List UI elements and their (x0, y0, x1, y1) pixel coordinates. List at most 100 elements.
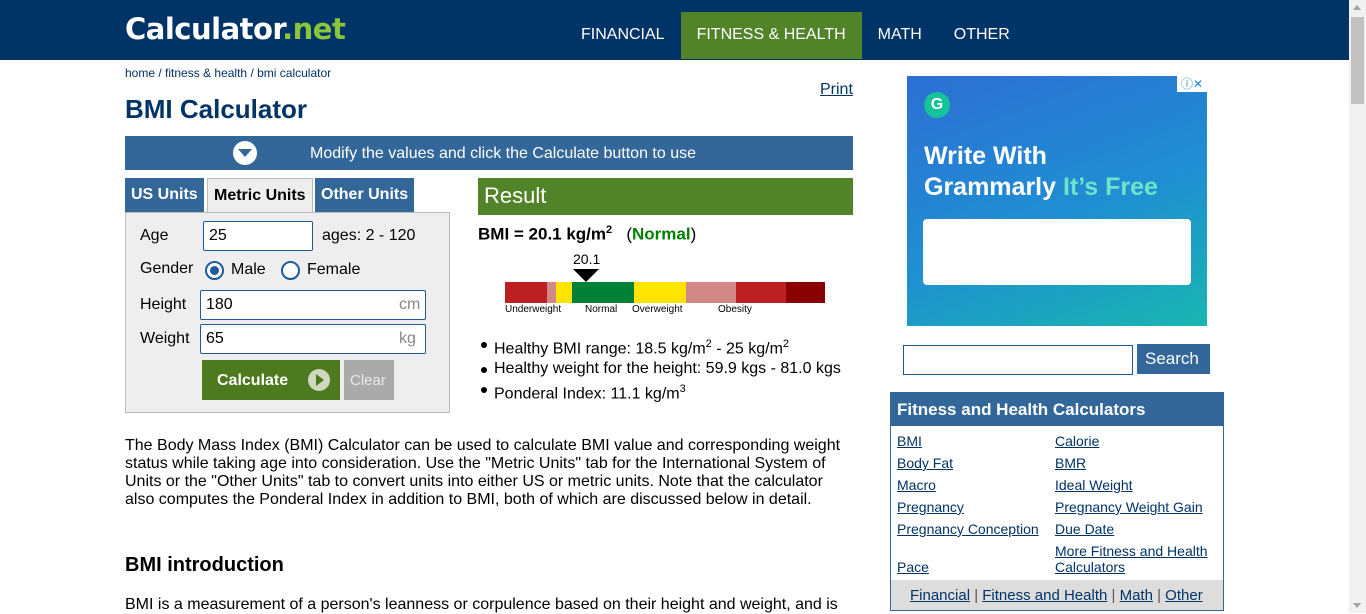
breadcrumb-fitness[interactable]: fitness & health (165, 66, 247, 80)
ad-free-text: It’s Free (1062, 173, 1158, 201)
tab-other-units[interactable]: Other Units (315, 178, 415, 213)
healthy-weight: Healthy weight for the height: 59.9 kgs … (481, 360, 841, 378)
breadcrumb-home[interactable]: home (125, 66, 155, 80)
healthy-range-mid: - 25 kg/m (711, 340, 783, 358)
link-ideal-weight[interactable]: Ideal Weight (1055, 477, 1133, 493)
ad-brand: Grammarly (924, 173, 1063, 201)
gauge-segment (505, 282, 547, 303)
top-navigation-bar: Calculator.net FINANCIAL FITNESS & HEALT… (0, 0, 1349, 60)
weight-input[interactable]: 65 (200, 324, 426, 354)
weight-unit: kg (399, 330, 416, 347)
breadcrumb-separator: / (247, 66, 258, 80)
footer-link-financial[interactable]: Financial (910, 587, 970, 604)
description-paragraph: The Body Mass Index (BMI) Calculator can… (125, 437, 841, 508)
nav-math[interactable]: MATH (862, 12, 938, 59)
footer-link-other[interactable]: Other (1165, 587, 1203, 604)
gauge-label-overweight: Overweight (632, 304, 683, 315)
link-pregnancy[interactable]: Pregnancy (897, 499, 964, 515)
status-paren-close: ) (690, 224, 697, 244)
clear-button[interactable]: Clear (344, 360, 394, 400)
link-more-fitness-health[interactable]: More Fitness and Health Calculators (1055, 543, 1225, 575)
site-logo[interactable]: Calculator.net (125, 12, 346, 46)
print-link[interactable]: Print (820, 81, 853, 99)
gender-male-radio[interactable] (205, 261, 224, 280)
play-icon (308, 369, 330, 391)
gender-label: Gender (140, 260, 194, 277)
gauge-segment (556, 282, 572, 303)
healthy-bmi-range: Healthy BMI range: 18.5 kg/m2 - 25 kg/m2 (481, 334, 841, 359)
height-label: Height (140, 296, 187, 313)
link-pregnancy-conception[interactable]: Pregnancy Conception (897, 521, 1039, 537)
intro-paragraph: BMI is a measurement of a person's leann… (125, 596, 838, 613)
link-bmi[interactable]: BMI (897, 433, 922, 449)
footer-separator: | (970, 587, 983, 604)
height-unit: cm (399, 296, 421, 313)
modify-values-bar[interactable]: Modify the values and click the Calculat… (125, 136, 853, 170)
footer-separator: | (1107, 587, 1120, 604)
logo-dot: . (282, 12, 293, 46)
page-scrollbar[interactable] (1349, 0, 1366, 613)
ponderal-index: Ponderal Index: 11.1 kg/m3 (481, 379, 841, 404)
ad-cta-box[interactable] (923, 219, 1191, 285)
bmi-result-line: BMI = 20.1 kg/m2 (Normal) (478, 224, 696, 245)
bmi-unit-sup: 2 (606, 224, 613, 236)
link-due-date[interactable]: Due Date (1055, 521, 1114, 537)
chevron-down-icon[interactable] (233, 141, 257, 165)
nav-other[interactable]: OTHER (938, 12, 1026, 59)
gauge-marker-icon (573, 269, 599, 282)
bmi-status: Normal (632, 224, 691, 244)
age-input[interactable]: 25 (203, 221, 313, 251)
link-pregnancy-weight-gain[interactable]: Pregnancy Weight Gain (1055, 499, 1203, 515)
gender-male-label[interactable]: Male (231, 261, 266, 279)
link-pace[interactable]: Pace (897, 559, 929, 575)
ponderal-text: Ponderal Index: 11.1 kg/m (494, 385, 680, 403)
ad-headline-2: Grammarly It’s Free (924, 173, 1158, 202)
main-nav: FINANCIAL FITNESS & HEALTH MATH OTHER (565, 12, 1026, 59)
section-heading: BMI introduction (125, 554, 284, 576)
link-calorie[interactable]: Calorie (1055, 433, 1099, 449)
breadcrumb-current[interactable]: bmi calculator (257, 66, 331, 80)
gender-female-radio[interactable] (281, 261, 300, 280)
ad-close-icon[interactable]: ⓘ✕ (1177, 76, 1207, 92)
scroll-down-icon[interactable] (1353, 603, 1361, 608)
gauge-segment (572, 282, 634, 303)
gender-female-label[interactable]: Female (307, 261, 360, 279)
breadcrumb-separator: / (155, 66, 166, 80)
page-title: BMI Calculator (125, 94, 308, 124)
grammarly-logo-icon: G (924, 92, 950, 118)
calculate-label: Calculate (217, 372, 289, 389)
age-hint: ages: 2 - 120 (322, 227, 416, 244)
category-footer: Financial | Fitness and Health | Math | … (891, 580, 1223, 610)
weight-label: Weight (140, 330, 190, 347)
healthy-range-text: Healthy BMI range: 18.5 kg/m (494, 340, 706, 358)
age-label: Age (140, 227, 169, 244)
gauge-segment (686, 282, 736, 303)
modify-values-text: Modify the values and click the Calculat… (310, 145, 696, 162)
height-input[interactable]: 180 (200, 290, 426, 320)
tab-metric-units[interactable]: Metric Units (207, 178, 313, 214)
tab-us-units[interactable]: US Units (125, 178, 204, 213)
gauge-marker-value: 20.1 (573, 251, 601, 267)
footer-separator: | (1152, 587, 1166, 604)
footer-link-fitness-health[interactable]: Fitness and Health (982, 587, 1107, 604)
link-bmr[interactable]: BMR (1055, 455, 1086, 471)
nav-financial[interactable]: FINANCIAL (565, 12, 681, 59)
link-macro[interactable]: Macro (897, 477, 936, 493)
search-input[interactable] (903, 345, 1133, 375)
link-body-fat[interactable]: Body Fat (897, 455, 953, 471)
search-button[interactable]: Search (1137, 344, 1210, 374)
ad-headline-1: Write With (924, 142, 1047, 170)
scrollbar-thumb[interactable] (1351, 17, 1364, 104)
footer-link-math[interactable]: Math (1120, 587, 1153, 604)
fitness-health-calculators-box: Fitness and Health Calculators BMI Body … (890, 392, 1224, 611)
gauge-segment (547, 282, 556, 303)
logo-net: net (292, 12, 346, 46)
scroll-up-icon[interactable] (1353, 5, 1361, 10)
advertisement[interactable]: G ⓘ✕ Write With Grammarly It’s Free (907, 76, 1207, 326)
calculate-button[interactable]: Calculate (202, 360, 340, 400)
logo-text: Calculator (125, 12, 283, 46)
nav-fitness-health[interactable]: FITNESS & HEALTH (680, 12, 862, 59)
sup-3: 3 (679, 383, 686, 396)
gauge-labels: Underweight Normal Overweight Obesity (505, 304, 825, 316)
gauge-label-normal: Normal (585, 304, 618, 315)
